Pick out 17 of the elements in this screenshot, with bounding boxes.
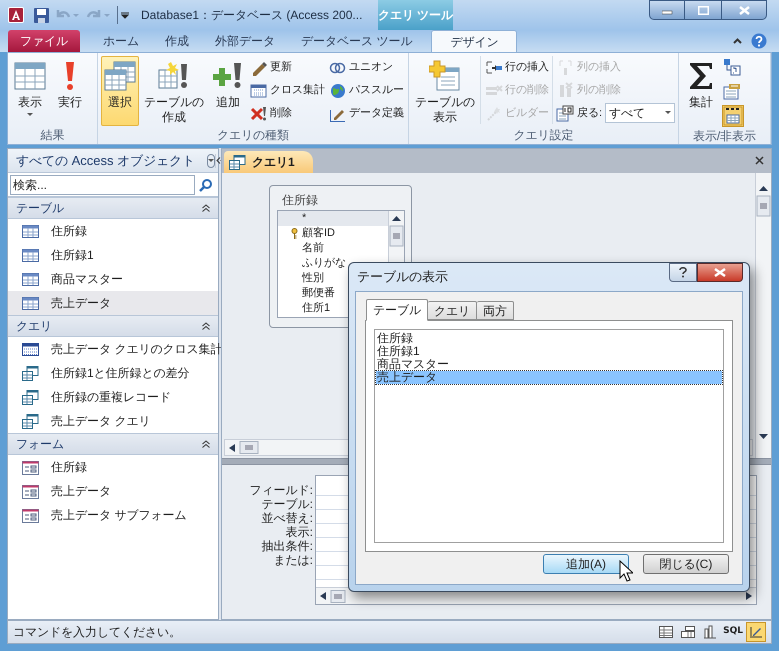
context-tab-label: クエリ ツール bbox=[378, 0, 453, 30]
row-label: フィールド: bbox=[250, 483, 313, 497]
status-text: コマンドを入力してください。 bbox=[13, 624, 181, 641]
row-label: または: bbox=[274, 553, 313, 567]
group-label: クエリ設定 bbox=[512, 127, 575, 144]
group-label: クエリの種類 bbox=[216, 127, 290, 144]
row-label: 並べ替え: bbox=[262, 511, 313, 525]
row-label: 表示: bbox=[286, 525, 313, 539]
combo-label: 戻る: bbox=[577, 106, 602, 121]
group-label: 結果 bbox=[40, 127, 66, 144]
window-title: Database1：データベース (Access 200... bbox=[141, 7, 362, 24]
row-label: 抽出条件: bbox=[262, 539, 313, 553]
table-title: 住所録 bbox=[281, 192, 319, 208]
row-label: テーブル: bbox=[262, 497, 313, 511]
group-label: 表示/非表示 bbox=[692, 128, 758, 145]
nav-title: すべての Access オブジェクト bbox=[16, 152, 196, 170]
dialog-title: テーブルの表示 bbox=[357, 268, 448, 286]
